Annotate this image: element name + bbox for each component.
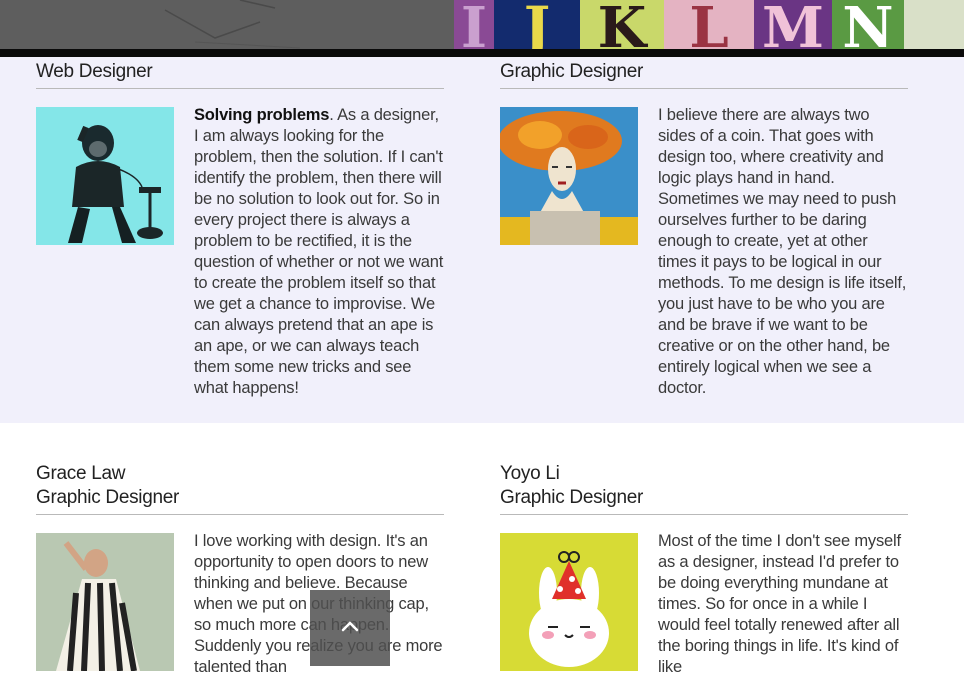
card-role: Graphic Designer [500, 487, 644, 508]
letter-tiles: I J K L M N [454, 0, 964, 50]
card-title: Graphic Designer [500, 60, 908, 89]
team-section-2: Grace Law Graphic Designer I love workin… [0, 423, 964, 676]
card-description: I believe there are always two sides of … [658, 106, 907, 397]
header-banner: I J K L M N [0, 0, 964, 50]
card-title: Grace Law Graphic Designer [36, 462, 444, 515]
card-title: Web Designer [36, 60, 444, 89]
vintage-dress-photo [36, 533, 174, 671]
bunny-illustration [500, 533, 638, 671]
sketch-illustration [0, 0, 454, 50]
letter-tile: L [664, 0, 754, 50]
chimp-photo [36, 107, 174, 245]
team-section-1: Web Designer Solving problems. As a desi… [0, 57, 964, 423]
painting-photo [500, 107, 638, 245]
card-role: Graphic Designer [36, 487, 180, 508]
header-divider [0, 49, 964, 57]
card-description: Solving problems. As a designer, I am al… [194, 106, 444, 397]
letter-tile: M [754, 0, 832, 50]
letter-tile [904, 0, 964, 50]
chevron-up-icon [341, 621, 359, 632]
card-role: Graphic Designer [500, 61, 644, 82]
team-card-grace-law: Grace Law Graphic Designer I love workin… [36, 462, 444, 676]
team-card-graphic-designer-1: Graphic Designer I believe there are alw… [500, 60, 908, 397]
card-role: Web Designer [36, 61, 153, 82]
card-name: Yoyo Li [500, 463, 560, 484]
team-card-web-designer: Web Designer Solving problems. As a desi… [36, 60, 444, 397]
card-description: Most of the time I don't see myself as a… [658, 532, 901, 676]
letter-tile: N [832, 0, 904, 50]
team-card-yoyo-li: Yoyo Li Graphic Designer Most of the tim… [500, 462, 908, 676]
lead-text: Solving problems [194, 106, 330, 124]
card-name: Grace Law [36, 463, 126, 484]
card-title: Yoyo Li Graphic Designer [500, 462, 908, 515]
letter-tile: K [580, 0, 664, 50]
scroll-to-top-button[interactable] [310, 590, 390, 666]
letter-tile: J [494, 0, 580, 50]
letter-tile: I [454, 0, 494, 50]
